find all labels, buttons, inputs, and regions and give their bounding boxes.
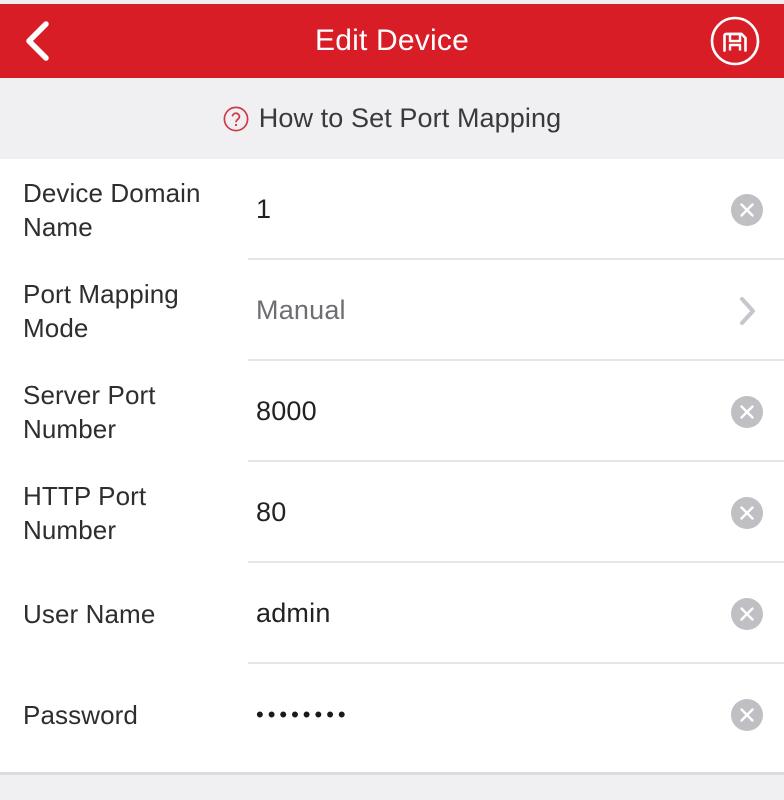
password-input[interactable]: •••••••• bbox=[248, 702, 730, 728]
field-label: HTTP Port Number bbox=[23, 480, 147, 545]
form-row-user-name: User Name admin bbox=[0, 563, 784, 664]
field-label: Server Port Number bbox=[23, 379, 156, 444]
form-row-server-port-number: Server Port Number 8000 bbox=[0, 361, 784, 462]
server-port-number-input[interactable]: 8000 bbox=[248, 396, 730, 427]
edit-device-screen: Edit Device How to Set Port Mapping Devi… bbox=[0, 0, 784, 800]
clear-icon[interactable] bbox=[730, 698, 764, 732]
port-mapping-mode-value[interactable]: Manual bbox=[248, 295, 730, 326]
field-label: Device Domain Name bbox=[23, 177, 201, 242]
question-circle-icon bbox=[223, 106, 249, 132]
field-area: 8000 bbox=[248, 361, 784, 462]
page-title: Edit Device bbox=[315, 24, 469, 57]
back-button[interactable] bbox=[20, 14, 74, 68]
chevron-right-icon[interactable] bbox=[730, 294, 764, 328]
how-to-set-port-mapping-link[interactable]: How to Set Port Mapping bbox=[223, 103, 561, 134]
field-label: User Name bbox=[23, 598, 156, 629]
field-area: 1 bbox=[248, 159, 784, 260]
clear-icon[interactable] bbox=[730, 193, 764, 227]
form-row-password: Password •••••••• bbox=[0, 664, 784, 765]
clear-icon[interactable] bbox=[730, 496, 764, 530]
bottom-spacer bbox=[0, 775, 784, 800]
field-area: 80 bbox=[248, 462, 784, 563]
save-button[interactable] bbox=[708, 14, 762, 68]
clear-icon[interactable] bbox=[730, 395, 764, 429]
field-label: Port Mapping Mode bbox=[23, 278, 179, 343]
form-row-device-domain-name: Device Domain Name 1 bbox=[0, 159, 784, 260]
http-port-number-input[interactable]: 80 bbox=[248, 497, 730, 528]
user-name-input[interactable]: admin bbox=[248, 598, 730, 629]
device-form: Device Domain Name 1 Port Mapping Mode M… bbox=[0, 159, 784, 765]
chevron-left-icon bbox=[20, 19, 54, 63]
field-area: •••••••• bbox=[248, 664, 784, 765]
field-area: Manual bbox=[248, 260, 784, 361]
help-label: How to Set Port Mapping bbox=[258, 103, 562, 133]
field-area: admin bbox=[248, 563, 784, 664]
clear-icon[interactable] bbox=[730, 597, 764, 631]
help-banner: How to Set Port Mapping bbox=[0, 78, 784, 159]
app-header: Edit Device bbox=[0, 4, 784, 78]
save-disk-icon bbox=[709, 15, 761, 67]
field-label: Password bbox=[23, 699, 138, 730]
form-row-http-port-number: HTTP Port Number 80 bbox=[0, 462, 784, 563]
device-domain-name-input[interactable]: 1 bbox=[248, 194, 730, 225]
form-row-port-mapping-mode[interactable]: Port Mapping Mode Manual bbox=[0, 260, 784, 361]
